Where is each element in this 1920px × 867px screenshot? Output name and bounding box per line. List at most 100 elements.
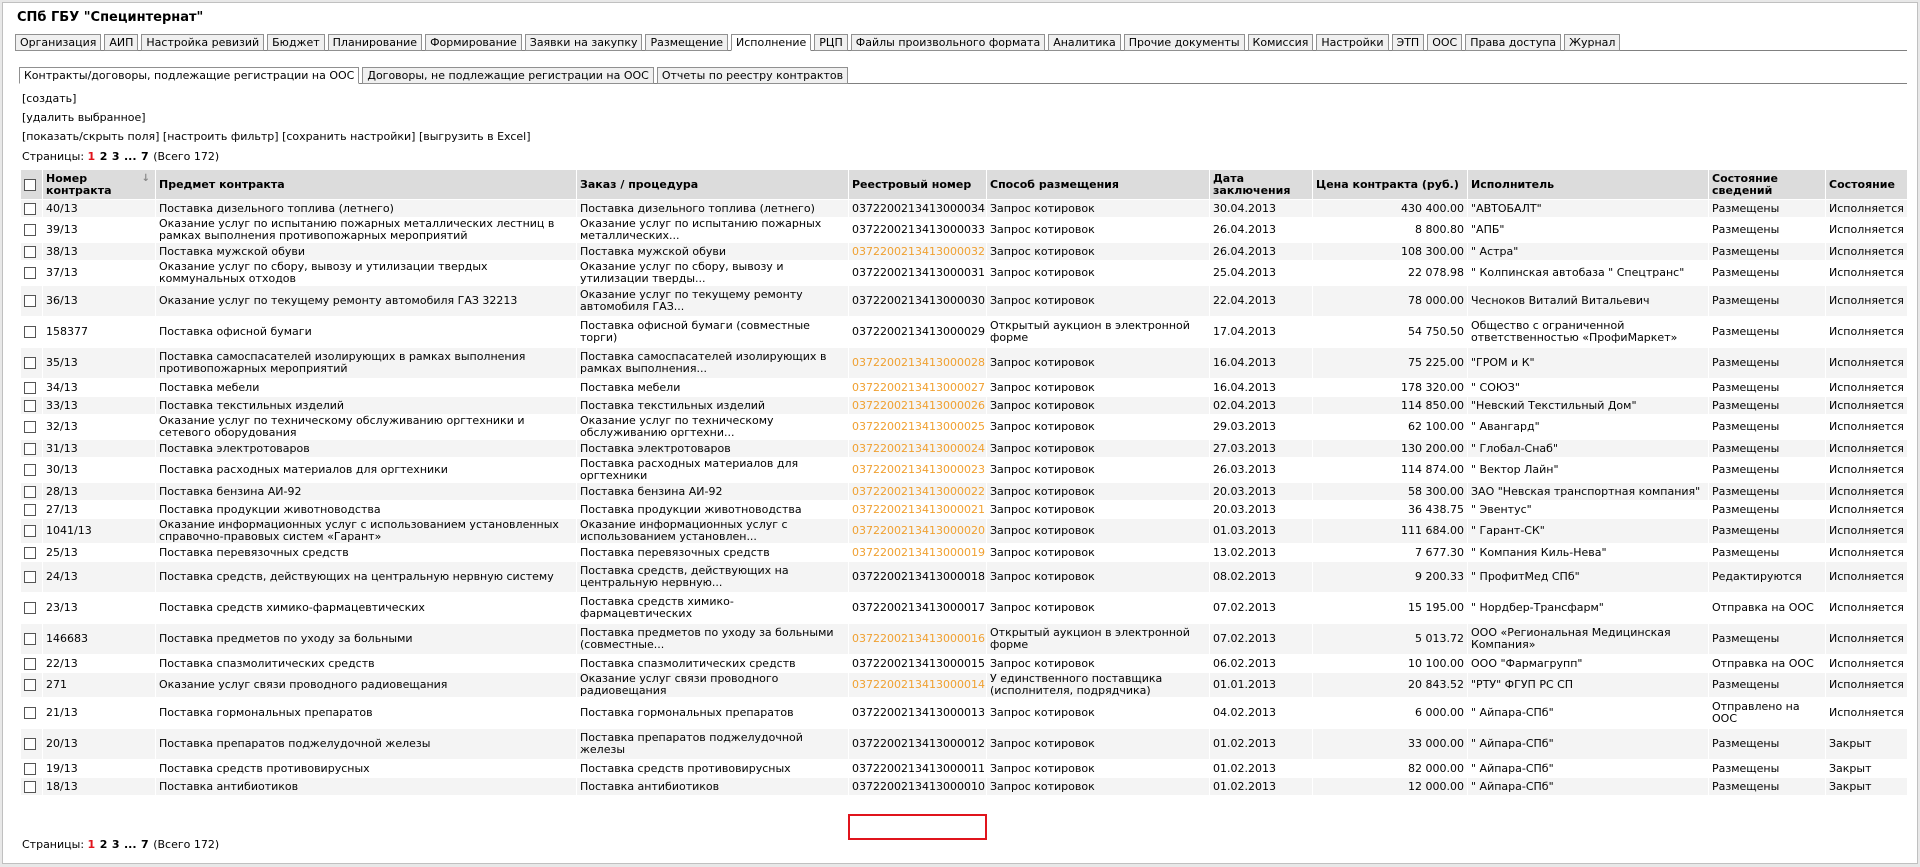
registry-number[interactable]: 0372200213413000012	[848, 728, 987, 760]
tab-11[interactable]: Файлы произвольного формата	[850, 34, 1046, 51]
page-link-3[interactable]: 3	[112, 838, 120, 851]
column-header-registry-number[interactable]: Реестровый номер	[848, 169, 987, 200]
filter-link[interactable]: [настроить фильтр]	[163, 130, 279, 143]
column-header-order[interactable]: Заказ / процедура	[576, 169, 849, 200]
registry-number-link[interactable]: 0372200213413000010	[852, 780, 985, 793]
toggle-fields-link[interactable]: [показать/скрыть поля]	[22, 130, 159, 143]
table-row[interactable]: 38/13 Поставка мужской обуви Поставка мужс…	[20, 242, 1908, 261]
row-checkbox[interactable]	[24, 202, 36, 215]
table-row[interactable]: 146683 Поставка предметов по уходу за бол…	[20, 623, 1908, 655]
order-procedure[interactable]: Поставка антибиотиков	[576, 777, 849, 796]
table-row[interactable]: 34/13 Поставка мебели Поставка мебели 03722…	[20, 378, 1908, 397]
order-procedure[interactable]: Поставка электротоваров	[576, 439, 849, 458]
registry-number-link[interactable]: 0372200213413000025	[852, 420, 985, 433]
row-checkbox[interactable]	[24, 602, 36, 614]
registry-number-link[interactable]: 0372200213413000026	[852, 399, 985, 412]
table-row[interactable]: 22/13 Поставка спазмолитических средств По…	[20, 654, 1908, 673]
tab-6[interactable]: Формирование	[425, 34, 522, 51]
tab-7[interactable]: Заявки на закупку	[524, 34, 643, 51]
row-checkbox[interactable]	[24, 780, 36, 793]
order-procedure[interactable]: Оказание услуг связи проводного радиовещ…	[576, 672, 849, 698]
registry-number[interactable]: 0372200213413000034	[848, 199, 987, 218]
registry-number[interactable]: 0372200213413000022	[848, 482, 987, 501]
table-row[interactable]: 21/13 Поставка гормональных препаратов Пос…	[20, 697, 1908, 729]
page-link-5[interactable]: 7	[141, 150, 149, 163]
order-procedure[interactable]: Поставка продукции животноводства	[576, 500, 849, 519]
column-header-method[interactable]: Способ размещения	[986, 169, 1210, 200]
row-checkbox[interactable]	[24, 245, 36, 258]
row-checkbox[interactable]	[24, 525, 36, 537]
registry-number[interactable]: 0372200213413000015	[848, 654, 987, 673]
tab-13[interactable]: Прочие документы	[1123, 34, 1245, 51]
order-procedure[interactable]: Поставка офисной бумаги (совместные торг…	[576, 316, 849, 348]
registry-number-link[interactable]: 0372200213413000018	[852, 570, 985, 583]
table-row[interactable]: 39/13 Оказание услуг по испытанию пожарны…	[20, 217, 1908, 243]
registry-number-link[interactable]: 0372200213413000021	[852, 503, 985, 516]
registry-number-link[interactable]: 0372200213413000027	[852, 381, 985, 394]
order-procedure[interactable]: Поставка средств противовирусных	[576, 759, 849, 778]
delete-selected-link[interactable]: [удалить выбранное]	[22, 111, 146, 124]
column-header-date[interactable]: Дата заключения	[1209, 169, 1313, 200]
export-excel-link[interactable]: [выгрузить в Excel]	[419, 130, 531, 143]
sort-arrow-icon[interactable]: ↓	[142, 173, 150, 185]
registry-number-link[interactable]: 0372200213413000012	[852, 737, 985, 750]
column-header-state[interactable]: Состояние	[1825, 169, 1908, 200]
registry-number[interactable]: 0372200213413000029	[848, 316, 987, 348]
row-checkbox[interactable]	[24, 571, 36, 583]
column-header-price[interactable]: Цена контракта (руб.)	[1312, 169, 1468, 200]
page-link-1[interactable]: 1	[88, 838, 96, 851]
row-checkbox[interactable]	[24, 442, 36, 455]
table-row[interactable]: 27/13 Поставка продукции животноводства По…	[20, 500, 1908, 519]
page-link-2[interactable]: 2	[100, 838, 108, 851]
table-row[interactable]: 35/13 Поставка самоспасателей изолирующих…	[20, 347, 1908, 379]
order-procedure[interactable]: Поставка бензина АИ-92	[576, 482, 849, 501]
row-checkbox[interactable]	[24, 399, 36, 412]
registry-number-link[interactable]: 0372200213413000016	[852, 632, 985, 645]
table-row[interactable]: 36/13 Оказание услуг по текущему ремонту …	[20, 285, 1908, 317]
registry-number-link[interactable]: 0372200213413000013	[852, 706, 985, 719]
table-row[interactable]: 1041/13 Оказание информационных услуг с и…	[20, 518, 1908, 544]
registry-number[interactable]: 0372200213413000033	[848, 217, 987, 243]
tab-9[interactable]: Исполнение	[731, 34, 812, 51]
row-checkbox[interactable]	[24, 762, 36, 775]
row-checkbox[interactable]	[24, 295, 36, 307]
row-checkbox[interactable]	[24, 381, 36, 394]
tab-8[interactable]: Размещение	[645, 34, 728, 51]
tab-4[interactable]: Бюджет	[267, 34, 325, 51]
registry-number-link[interactable]: 0372200213413000028	[852, 356, 985, 369]
tab-18[interactable]: Права доступа	[1465, 34, 1562, 51]
registry-number-link[interactable]: 0372200213413000033	[852, 223, 985, 236]
table-row[interactable]: 158377 Поставка офисной бумаги Поставка оф…	[20, 316, 1908, 348]
order-procedure[interactable]: Оказание услуг по испытанию пожарных мет…	[576, 217, 849, 243]
order-procedure[interactable]: Поставка дизельного топлива (летнего)	[576, 199, 849, 218]
column-header-supplier[interactable]: Исполнитель	[1467, 169, 1709, 200]
registry-number-link[interactable]: 0372200213413000011	[852, 762, 985, 775]
row-checkbox[interactable]	[24, 657, 36, 670]
page-link-5[interactable]: 7	[141, 838, 149, 851]
select-all-checkbox[interactable]	[24, 178, 36, 191]
create-link[interactable]: [создать]	[22, 92, 76, 105]
column-header-info-state[interactable]: Состояние сведений	[1708, 169, 1826, 200]
order-procedure[interactable]: Оказание услуг по техническому обслужива…	[576, 414, 849, 440]
order-procedure[interactable]: Поставка расходных материалов для оргтех…	[576, 457, 849, 483]
tab-3[interactable]: Настройка ревизий	[141, 34, 265, 51]
page-link-2[interactable]: 2	[100, 150, 108, 163]
order-procedure[interactable]: Поставка спазмолитических средств	[576, 654, 849, 673]
save-settings-link[interactable]: [сохранить настройки]	[282, 130, 415, 143]
registry-number[interactable]: 0372200213413000017	[848, 592, 987, 624]
table-row[interactable]: 40/13 Поставка дизельного топлива (летнег…	[20, 199, 1908, 218]
row-checkbox[interactable]	[24, 224, 36, 236]
row-checkbox[interactable]	[24, 546, 36, 559]
registry-number[interactable]: 0372200213413000026	[848, 396, 987, 415]
registry-number-link[interactable]: 0372200213413000023	[852, 463, 985, 476]
row-checkbox[interactable]	[24, 485, 36, 498]
row-checkbox[interactable]	[24, 633, 36, 645]
subtab-2[interactable]: Договоры, не подлежащие регистрации на О…	[362, 67, 654, 84]
tab-5[interactable]: Планирование	[327, 34, 423, 51]
row-checkbox[interactable]	[24, 357, 36, 369]
registry-number[interactable]: 0372200213413000024	[848, 439, 987, 458]
order-procedure[interactable]: Поставка предметов по уходу за больными …	[576, 623, 849, 655]
order-procedure[interactable]: Поставка перевязочных средств	[576, 543, 849, 562]
tab-19[interactable]: Журнал	[1564, 34, 1621, 51]
order-procedure[interactable]: Поставка средств химико-фармацевтических	[576, 592, 849, 624]
